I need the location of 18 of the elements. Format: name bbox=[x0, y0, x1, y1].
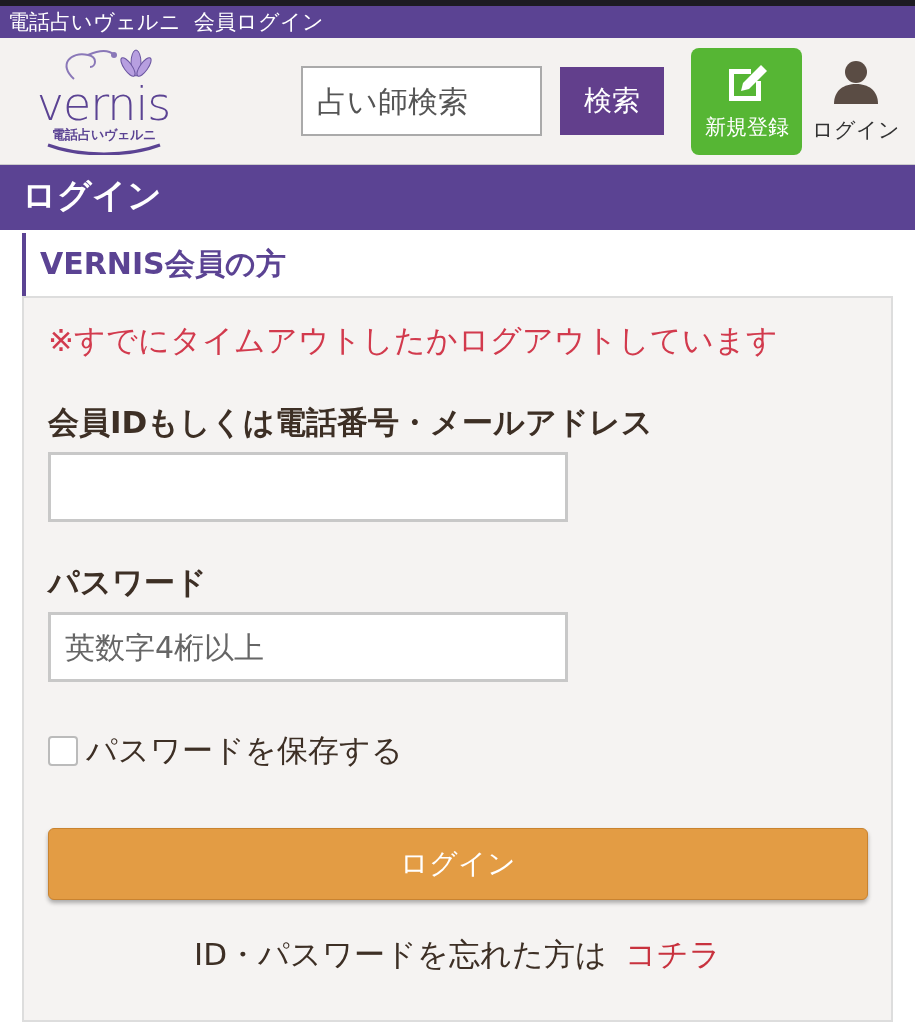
checkbox[interactable] bbox=[48, 736, 78, 766]
field-label: 会員IDもしくは電話番号・メールアドレス bbox=[48, 403, 655, 442]
forgot-link[interactable]: コチラ bbox=[625, 934, 721, 976]
timeout-notice: ※すでにタイムアウトしたかログアウトしています bbox=[48, 321, 779, 360]
forgot-text: ID・パスワードを忘れた方は bbox=[194, 935, 607, 974]
logo-wordmark: vernis bbox=[36, 81, 171, 128]
search-button[interactable]: 検索 bbox=[560, 67, 664, 135]
search-field[interactable]: 占い師検索 bbox=[301, 66, 542, 136]
input-field[interactable]: 英数字4桁以上 bbox=[48, 612, 568, 682]
input-field[interactable] bbox=[48, 452, 568, 522]
logo-subtitle: 電話占いヴェルニ bbox=[51, 127, 156, 143]
logo[interactable]: vernis 電話占いヴェルニ bbox=[16, 42, 191, 160]
window-title: 電話占いヴェルニ 会員ログイン bbox=[8, 9, 325, 36]
page-title: ログイン bbox=[22, 174, 163, 217]
checkbox-label: パスワードを保存する bbox=[86, 731, 403, 770]
person-icon bbox=[832, 58, 880, 106]
login-link[interactable]: ログイン bbox=[812, 58, 900, 144]
field-label: パスワード bbox=[48, 563, 208, 602]
